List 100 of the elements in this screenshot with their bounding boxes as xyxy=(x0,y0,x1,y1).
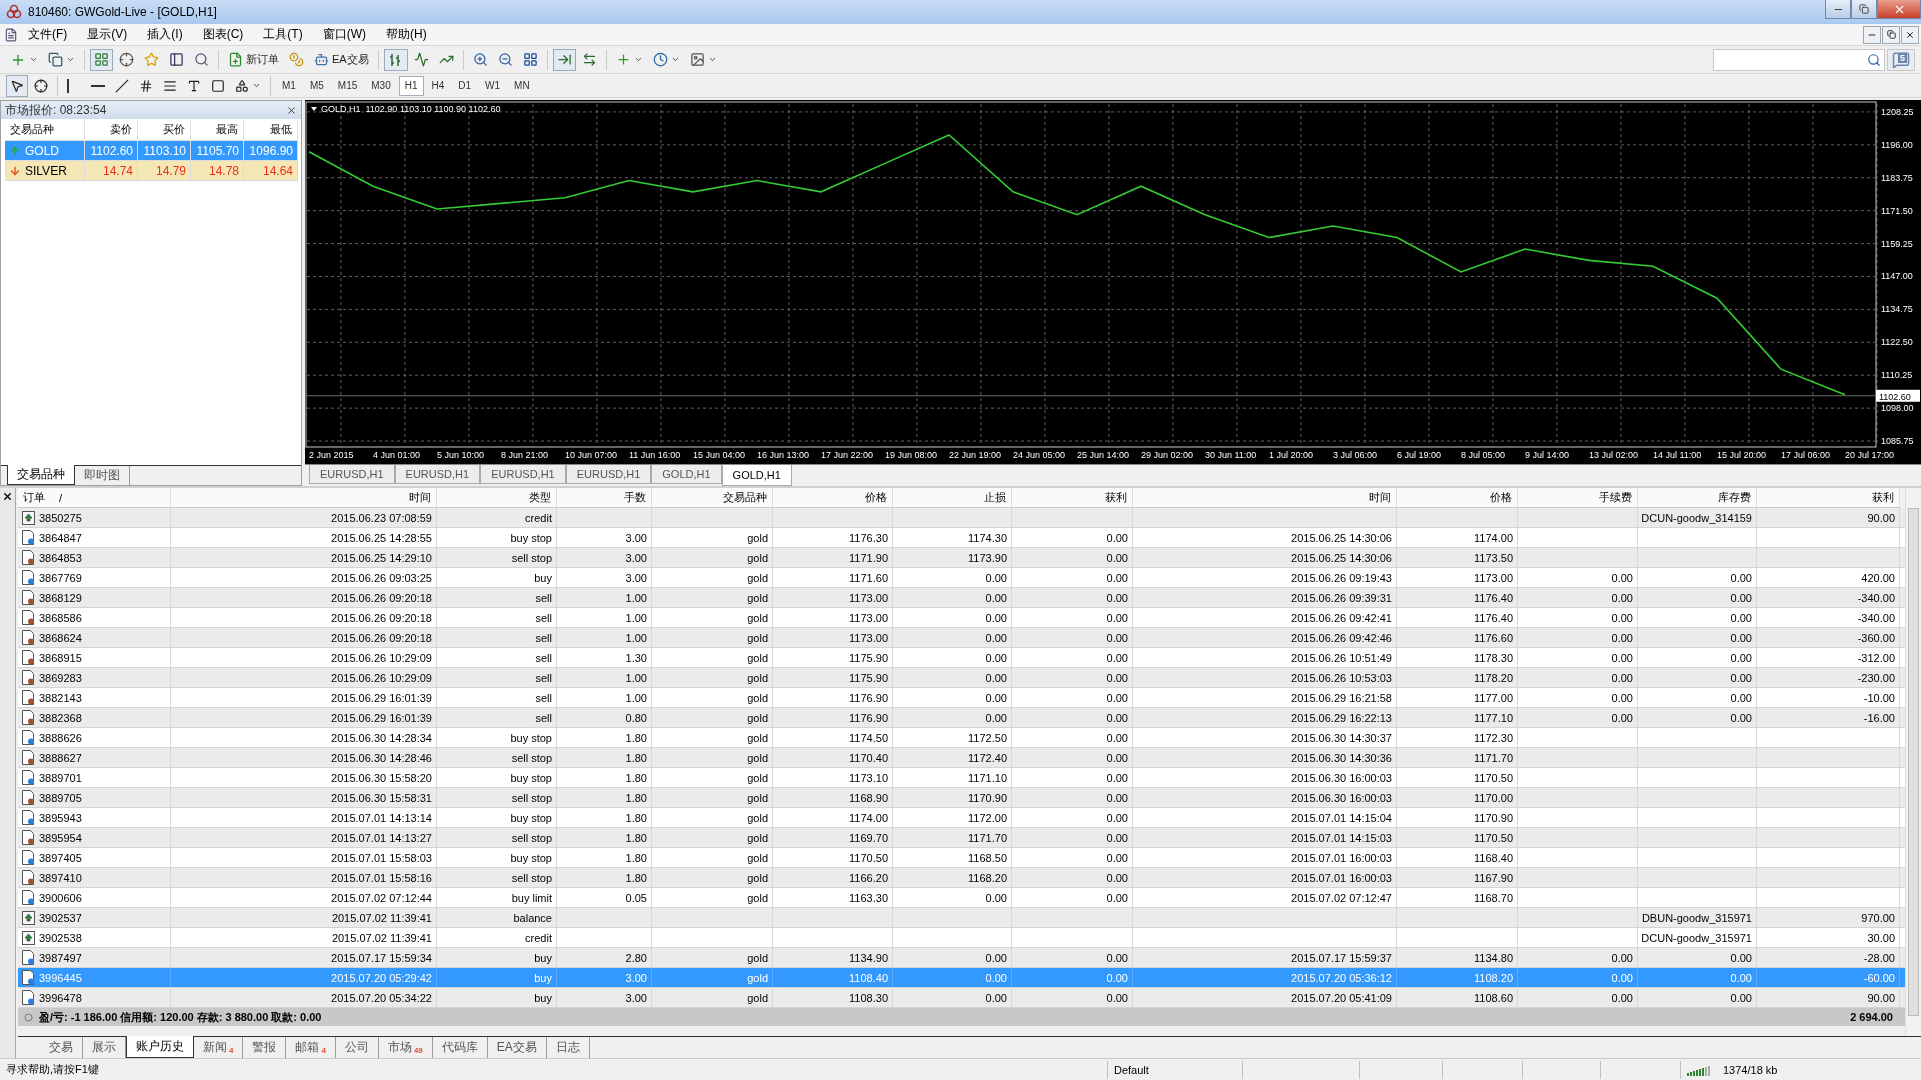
table-row[interactable]: 3864853 2015.06.25 14:29:10 sell stop 3.00 gold 1171.90 1173.90 0.00 2015.06.25 14:30:06 1173.50 xyxy=(18,548,1905,568)
panel-tab[interactable]: 即时图 xyxy=(75,466,130,485)
timeframe-button[interactable]: M1 xyxy=(276,75,302,96)
column-header[interactable]: 获利 xyxy=(1757,488,1900,508)
column-header[interactable]: 价格 xyxy=(773,488,893,508)
minimize-button[interactable] xyxy=(1863,25,1881,44)
table-row[interactable]: 3888627 2015.06.30 14:28:46 sell stop 1.80 gold 1170.40 1172.40 0.00 2015.06.30 14:30:36 1171.70 xyxy=(18,748,1905,768)
minimize-button[interactable] xyxy=(1825,0,1851,19)
table-row[interactable]: 3889705 2015.06.30 15:58:31 sell stop 1.80 gold 1168.90 1170.90 0.00 2015.06.30 16:00:03 1170.00 xyxy=(18,788,1905,808)
maximize-button[interactable] xyxy=(1851,0,1877,19)
table-row[interactable]: 3869283 2015.06.26 10:29:09 sell 1.00 gold 1175.90 0.00 0.00 2015.06.26 10:53:03 1178.20 0.00 0.00 -230.00 xyxy=(18,668,1905,688)
terminal-tab[interactable]: 账户历史 xyxy=(126,1036,194,1058)
table-row[interactable]: 3889701 2015.06.30 15:58:20 buy stop 1.80 gold 1173.10 1171.10 0.00 2015.06.30 16:00:03 1170.50 xyxy=(18,768,1905,788)
column-header[interactable]: 获利 xyxy=(1012,488,1133,508)
search-field[interactable] xyxy=(1713,48,1885,71)
timeframe-button[interactable]: H1 xyxy=(398,75,424,96)
timeframe-button[interactable]: M30 xyxy=(365,75,397,96)
table-cell: 0.00 xyxy=(985,891,1007,904)
table-row[interactable]: 3868129 2015.06.26 09:20:18 sell 1.00 gold 1173.00 0.00 0.00 2015.06.26 09:39:31 1176.40 0.00 0.00 -340.00 xyxy=(18,588,1905,608)
menu-item[interactable]: 窗口(W) xyxy=(312,26,376,43)
table-row[interactable]: 3996478 2015.07.20 05:34:22 buy 3.00 gold 1108.30 0.00 0.00 2015.07.20 05:41:09 1108.60 0.00 0.00 90.00 xyxy=(18,988,1905,1008)
column-header[interactable]: 库存费 xyxy=(1638,488,1757,508)
restore-button[interactable] xyxy=(1882,25,1900,44)
table-row[interactable]: 3864847 2015.06.25 14:28:55 buy stop 3.00 gold 1176.30 1174.30 0.00 2015.06.25 14:30:06 1174.00 xyxy=(18,528,1905,548)
menu-item[interactable]: 插入(I) xyxy=(137,26,193,43)
chart-tab[interactable]: EURUSD,H1 xyxy=(309,465,395,484)
table-cell: 0.00 xyxy=(985,951,1007,964)
table-row[interactable]: 3868915 2015.06.26 10:29:09 sell 1.30 gold 1175.90 0.00 0.00 2015.06.26 10:51:49 1178.30 0.00 0.00 -312.00 xyxy=(18,648,1905,668)
messages-button[interactable]: 5 xyxy=(1887,48,1915,71)
table-row[interactable]: 3900606 2015.07.02 07:12:44 buy limit 0.05 gold 1163.30 0.00 0.00 2015.07.02 07:12:47 1168.70 xyxy=(18,888,1905,908)
timeframe-button[interactable]: D1 xyxy=(452,75,478,96)
table-row[interactable]: 3867769 2015.06.26 09:03:25 buy 3.00 gold 1171.60 0.00 0.00 2015.06.26 09:19:43 1173.00 0.00 0.00 420.00 xyxy=(18,568,1905,588)
new-order-button[interactable]: 新订单 xyxy=(224,48,283,71)
column-header[interactable]: 手续费 xyxy=(1518,488,1638,508)
table-row[interactable]: 3895943 2015.07.01 14:13:14 buy stop 1.80 gold 1174.00 1172.00 0.00 2015.07.01 14:15:04 1170.90 xyxy=(18,808,1905,828)
table-cell: gold xyxy=(747,891,768,904)
close-button[interactable] xyxy=(1901,25,1919,44)
close-icon[interactable] xyxy=(286,104,297,116)
column-header[interactable]: 价格 xyxy=(1397,488,1518,508)
column-header[interactable]: 交易品种 xyxy=(652,488,773,508)
column-header[interactable]: 时间 xyxy=(1133,488,1397,508)
market-watch-button[interactable] xyxy=(90,48,113,71)
chart-tab[interactable]: EURUSD,H1 xyxy=(565,465,652,484)
table-cell: 2015.07.01 14:13:14 xyxy=(331,811,432,824)
column-header[interactable]: 时间 xyxy=(171,488,437,508)
table-cell: 3888626 xyxy=(39,731,82,744)
scrollbar[interactable] xyxy=(1905,488,1921,1036)
menu-item[interactable]: 文件(F) xyxy=(18,26,78,43)
grid-icon xyxy=(522,52,538,67)
table-cell: buy stop xyxy=(510,731,552,744)
expert-advisor-button[interactable]: EA交易 xyxy=(310,48,373,71)
caret-icon xyxy=(670,55,680,64)
table-row[interactable]: 3902538 2015.07.02 11:39:41 credit DCUN-goodw_315971 30.00 xyxy=(18,928,1905,948)
bar-chart-button[interactable] xyxy=(383,48,408,71)
table-row[interactable]: 3882143 2015.06.29 16:01:39 sell 1.00 gold 1176.90 0.00 0.00 2015.06.29 16:21:58 1177.00 0.00 0.00 -10.00 xyxy=(18,688,1905,708)
menu-item[interactable]: 图表(C) xyxy=(192,26,254,43)
table-cell: 2015.07.20 05:34:22 xyxy=(331,991,432,1004)
symbol-cell[interactable]: SILVER xyxy=(5,161,85,181)
table-row[interactable]: 3850275 2015.06.23 07:08:59 credit DCUN-goodw_314159 90.00 xyxy=(18,508,1905,528)
time-axis-label: 19 Jun 08:00 xyxy=(885,450,938,460)
timeframe-button[interactable]: MN xyxy=(508,75,536,96)
menu-item[interactable]: 显示(V) xyxy=(77,26,138,43)
search-icon xyxy=(1867,52,1881,67)
menu-item[interactable]: 工具(T) xyxy=(253,26,313,43)
auto-scroll-button[interactable] xyxy=(552,48,576,71)
table-row[interactable]: 3895954 2015.07.01 14:13:27 sell stop 1.80 gold 1169.70 1171.70 0.00 2015.07.01 14:15:03 1170.50 xyxy=(18,828,1905,848)
table-row[interactable]: 3897405 2015.07.01 15:58:03 buy stop 1.80 gold 1170.50 1168.50 0.00 2015.07.01 16:00:03 1168.40 xyxy=(18,848,1905,868)
column-header[interactable]: 手数 xyxy=(557,488,652,508)
table-row[interactable]: 3888626 2015.06.30 14:28:34 buy stop 1.80 gold 1174.50 1172.50 0.00 2015.06.30 14:30:37 1172.30 xyxy=(18,728,1905,748)
chart-tab[interactable]: EURUSD,H1 xyxy=(394,465,481,484)
table-cell: 1172.30 xyxy=(1474,731,1513,744)
timeframe-button[interactable]: W1 xyxy=(479,75,507,96)
chart-tab[interactable]: GOLD,H1 xyxy=(721,465,792,486)
table-cell: sell xyxy=(535,591,552,604)
table-row[interactable]: 3897410 2015.07.01 15:58:16 sell stop 1.80 gold 1166.20 1168.20 0.00 2015.07.01 16:00:03 1167.90 xyxy=(18,868,1905,888)
table-cell: 1.00 xyxy=(625,591,647,604)
table-row[interactable]: 3868586 2015.06.26 09:20:18 sell 1.00 gold 1173.00 0.00 0.00 2015.06.26 09:42:41 1176.40 0.00 0.00 -340.00 xyxy=(18,608,1905,628)
chart-tab[interactable]: EURUSD,H1 xyxy=(480,465,566,484)
cursor-button[interactable] xyxy=(6,74,28,97)
close-icon[interactable] xyxy=(2,491,13,502)
table-cell: 30.00 xyxy=(1867,931,1895,944)
table-row[interactable]: 3902537 2015.07.02 11:39:41 balance DBUN-goodw_315971 970.00 xyxy=(18,908,1905,928)
column-header[interactable]: 止损 xyxy=(893,488,1012,508)
column-header[interactable]: 类型 xyxy=(437,488,557,508)
table-row[interactable]: 3882368 2015.06.29 16:01:39 sell 0.80 gold 1176.90 0.00 0.00 2015.06.29 16:22:13 1177.10 0.00 0.00 -16.00 xyxy=(18,708,1905,728)
table-cell: gold xyxy=(747,991,768,1004)
column-header[interactable]: 订单 / xyxy=(18,488,171,508)
timeframe-button[interactable]: M15 xyxy=(331,75,364,96)
table-row[interactable]: 3987497 2015.07.17 15:59:34 buy 2.80 gold 1134.90 0.00 0.00 2015.07.17 15:59:37 1134.80 0.00 0.00 -28.00 xyxy=(18,948,1905,968)
table-row[interactable]: 3868624 2015.06.26 09:20:18 sell 1.00 gold 1173.00 0.00 0.00 2015.06.26 09:42:46 1176.60 0.00 0.00 -360.00 xyxy=(18,628,1905,648)
timeframe-button[interactable]: H4 xyxy=(425,75,451,96)
timeframe-button[interactable]: M5 xyxy=(303,75,330,96)
table-cell: 0.00 xyxy=(1106,851,1128,864)
table-cell: -340.00 xyxy=(1857,591,1895,604)
menu-item[interactable]: 帮助(H) xyxy=(376,26,437,43)
table-cell: 2015.06.30 14:30:36 xyxy=(1291,751,1392,764)
panel-tab[interactable]: 交易品种 xyxy=(7,465,75,485)
chart-tab[interactable]: GOLD,H1 xyxy=(651,465,722,484)
table-cell: 1167.90 xyxy=(1474,871,1513,884)
price-axis-label: 1183.75 xyxy=(1881,172,1913,183)
